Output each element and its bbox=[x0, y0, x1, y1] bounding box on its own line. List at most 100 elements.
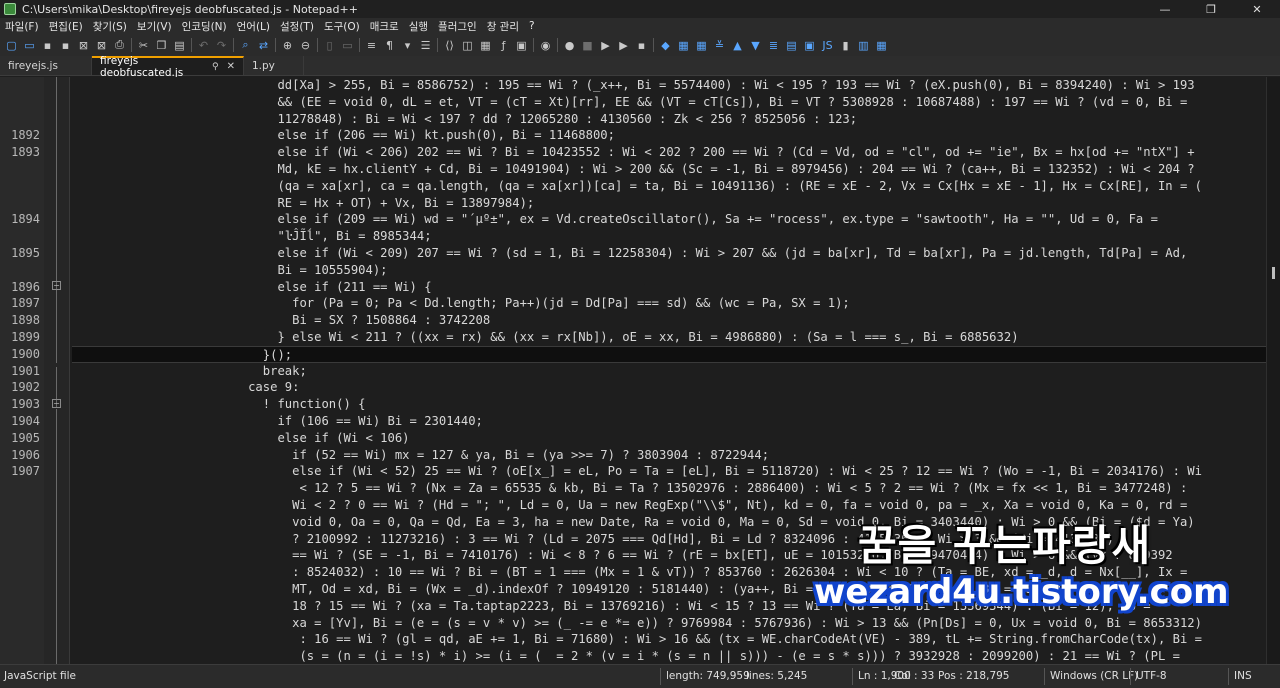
indent-guide-toggle-icon[interactable]: ☰ bbox=[418, 38, 433, 53]
monitoring-icon[interactable]: ◉ bbox=[538, 38, 553, 53]
plugin-icon-10[interactable]: ▮ bbox=[838, 38, 853, 53]
plugin-icon-1[interactable]: ◆ bbox=[658, 38, 673, 53]
tab-fireyejs-deobfuscated[interactable]: fireyejs deobfuscated.js ⚲ ✕ bbox=[92, 55, 244, 79]
code-line[interactable]: for (Pa = 0; Pa < Dd.length; Pa++)(jd = … bbox=[72, 295, 1266, 312]
undo-icon[interactable]: ↶ bbox=[196, 38, 211, 53]
menu-tools[interactable]: 도구(O) bbox=[319, 19, 365, 34]
plugin-icon-7[interactable]: ≣ bbox=[766, 38, 781, 53]
find-icon[interactable]: ⌕ bbox=[238, 38, 253, 53]
close-file-icon[interactable]: ⊠ bbox=[76, 38, 91, 53]
plugin-icon-4[interactable]: ≚ bbox=[712, 38, 727, 53]
menu-run[interactable]: 실행 bbox=[404, 19, 433, 34]
show-all-characters-icon[interactable]: ¶ bbox=[382, 38, 397, 53]
menu-edit[interactable]: 편집(E) bbox=[44, 19, 88, 34]
plugin-icon-8[interactable]: ▤ bbox=[784, 38, 799, 53]
code-line[interactable]: "ŀĴĨĺ", Bi = 8985344; bbox=[72, 228, 1266, 245]
sync-vertical-icon[interactable]: ▯ bbox=[322, 38, 337, 53]
save-icon[interactable]: ▪ bbox=[40, 38, 55, 53]
play-macro-icon[interactable]: ▶ bbox=[598, 38, 613, 53]
code-line[interactable]: case 9: bbox=[72, 379, 1266, 396]
zoom-out-icon[interactable]: ⊖ bbox=[298, 38, 313, 53]
close-tab-icon[interactable]: ✕ bbox=[227, 61, 235, 72]
fold-toggle-icon[interactable]: − bbox=[52, 281, 61, 290]
replace-icon[interactable]: ⇄ bbox=[256, 38, 271, 53]
code-line[interactable]: else if (Wi < 52) 25 == Wi ? (oE[x_] = e… bbox=[72, 463, 1266, 480]
code-line[interactable]: else if (211 == Wi) { bbox=[72, 279, 1266, 296]
plugin-icon-9[interactable]: ▣ bbox=[802, 38, 817, 53]
menu-settings[interactable]: 설정(T) bbox=[275, 19, 319, 34]
fold-margin[interactable]: − − bbox=[44, 77, 70, 664]
zoom-in-icon[interactable]: ⊕ bbox=[280, 38, 295, 53]
menu-view[interactable]: 보기(V) bbox=[132, 19, 177, 34]
close-button[interactable]: ✕ bbox=[1234, 0, 1280, 18]
stop-macro-icon[interactable]: ■ bbox=[580, 38, 595, 53]
close-all-icon[interactable]: ⊠ bbox=[94, 38, 109, 53]
indent-guide-icon[interactable]: ▾ bbox=[400, 38, 415, 53]
menu-file[interactable]: 파일(F) bbox=[0, 19, 44, 34]
record-macro-icon[interactable]: ● bbox=[562, 38, 577, 53]
cut-icon[interactable]: ✂ bbox=[136, 38, 151, 53]
code-line[interactable]: xa = [Yv], Bi = (e = (s = v * v) >= (_ -… bbox=[72, 615, 1266, 632]
function-list-icon[interactable]: ƒ bbox=[496, 38, 511, 53]
menu-search[interactable]: 찾기(S) bbox=[88, 19, 132, 34]
code-line[interactable]: : 16 == Wi ? (gl = qd, aE += 1, Bi = 716… bbox=[72, 631, 1266, 648]
code-line[interactable]: Bi = SX ? 1508864 : 3742208 bbox=[72, 312, 1266, 329]
code-line[interactable]: else if (Wi < 206) 202 == Wi ? Bi = 1042… bbox=[72, 144, 1266, 161]
code-line[interactable]: Bi = 10555904); bbox=[72, 262, 1266, 279]
copy-icon[interactable]: ❐ bbox=[154, 38, 169, 53]
code-line[interactable]: else if (Wi < 209) 207 == Wi ? (sd = 1, … bbox=[72, 245, 1266, 262]
code-line[interactable]: } else Wi < 211 ? ((xx = rx) && (xx = rx… bbox=[72, 329, 1266, 346]
plugin-icon-6[interactable]: ▼ bbox=[748, 38, 763, 53]
menu-window[interactable]: 창 관리 bbox=[482, 19, 524, 34]
print-icon[interactable]: ⎙ bbox=[112, 38, 127, 53]
code-line[interactable]: < 12 ? 5 == Wi ? (Nx = Za = 65535 & kb, … bbox=[72, 480, 1266, 497]
vertical-scrollbar[interactable] bbox=[1266, 77, 1280, 664]
code-line[interactable]: Md, kE = hx.clientY + Cd, Bi = 10491904)… bbox=[72, 161, 1266, 178]
save-all-icon[interactable]: ▪ bbox=[58, 38, 73, 53]
plugin-icon-3[interactable]: ▦ bbox=[694, 38, 709, 53]
plugin-icon-5[interactable]: ▲ bbox=[730, 38, 745, 53]
fold-toggle-icon[interactable]: − bbox=[52, 399, 61, 408]
code-line[interactable]: else if (206 == Wi) kt.push(0), Bi = 114… bbox=[72, 127, 1266, 144]
plugin-icon-12[interactable]: ▦ bbox=[874, 38, 889, 53]
user-language-icon[interactable]: ⟨⟩ bbox=[442, 38, 457, 53]
sync-horizontal-icon[interactable]: ▭ bbox=[340, 38, 355, 53]
code-line[interactable]: && (EE = void 0, dL = et, VT = (cT = Xt)… bbox=[72, 94, 1266, 111]
menu-help[interactable]: ? bbox=[524, 20, 540, 32]
plugin-icon-2[interactable]: ▦ bbox=[676, 38, 691, 53]
menu-language[interactable]: 언어(L) bbox=[232, 19, 275, 34]
paste-icon[interactable]: ▤ bbox=[172, 38, 187, 53]
menu-encoding[interactable]: 인코딩(N) bbox=[177, 19, 232, 34]
code-line[interactable]: }(); bbox=[72, 345, 1266, 363]
code-line[interactable]: dd[Xa] > 255, Bi = 8586752) : 195 == Wi … bbox=[72, 77, 1266, 94]
plugin-icon-11[interactable]: ▥ bbox=[856, 38, 871, 53]
scrollbar-thumb[interactable] bbox=[1272, 267, 1275, 279]
menu-macro[interactable]: 매크로 bbox=[365, 19, 404, 34]
menu-plugins[interactable]: 플러그인 bbox=[433, 19, 482, 34]
redo-icon[interactable]: ↷ bbox=[214, 38, 229, 53]
code-line[interactable]: if (52 == Wi) mx = 127 & ya, Bi = (ya >>… bbox=[72, 447, 1266, 464]
code-line[interactable]: else if (Wi < 106) bbox=[72, 430, 1266, 447]
document-map-icon[interactable]: ◫ bbox=[460, 38, 475, 53]
code-line[interactable]: if (106 == Wi) Bi = 2301440; bbox=[72, 413, 1266, 430]
document-list-icon[interactable]: ▦ bbox=[478, 38, 493, 53]
new-file-icon[interactable]: ▢ bbox=[4, 38, 19, 53]
js-format-icon[interactable]: JS bbox=[820, 38, 835, 53]
code-line[interactable]: (qa = xa[xr], ca = qa.length, (qa = xa[x… bbox=[72, 178, 1266, 195]
code-line[interactable]: ! function() { bbox=[72, 396, 1266, 413]
tab-1py[interactable]: 1.py bbox=[244, 56, 304, 75]
pin-icon[interactable]: ⚲ bbox=[212, 62, 219, 72]
play-macro-multiple-icon[interactable]: ▶ bbox=[616, 38, 631, 53]
code-line[interactable]: break; bbox=[72, 363, 1266, 380]
code-line[interactable]: (s = (n = (i = !s) * i) >= (i = ( = 2 * … bbox=[72, 648, 1266, 664]
tab-fireyejs[interactable]: fireyejs.js bbox=[0, 56, 92, 75]
code-line[interactable]: 11278848) : Bi = Wi < 197 ? dd ? 1206528… bbox=[72, 111, 1266, 128]
folder-workspace-icon[interactable]: ▣ bbox=[514, 38, 529, 53]
code-line[interactable]: RE = Hx + OT) + Vx, Bi = 13897984); bbox=[72, 195, 1266, 212]
editor-area[interactable]: 1892 1893 1894 1895 1896 1897 1898 1899 1900 1901… bbox=[0, 77, 1280, 664]
open-file-icon[interactable]: ▭ bbox=[22, 38, 37, 53]
minimize-button[interactable]: — bbox=[1142, 0, 1188, 18]
status-mode[interactable]: INS bbox=[1234, 670, 1252, 682]
save-macro-icon[interactable]: ▪ bbox=[634, 38, 649, 53]
maximize-button[interactable]: ❐ bbox=[1188, 0, 1234, 18]
